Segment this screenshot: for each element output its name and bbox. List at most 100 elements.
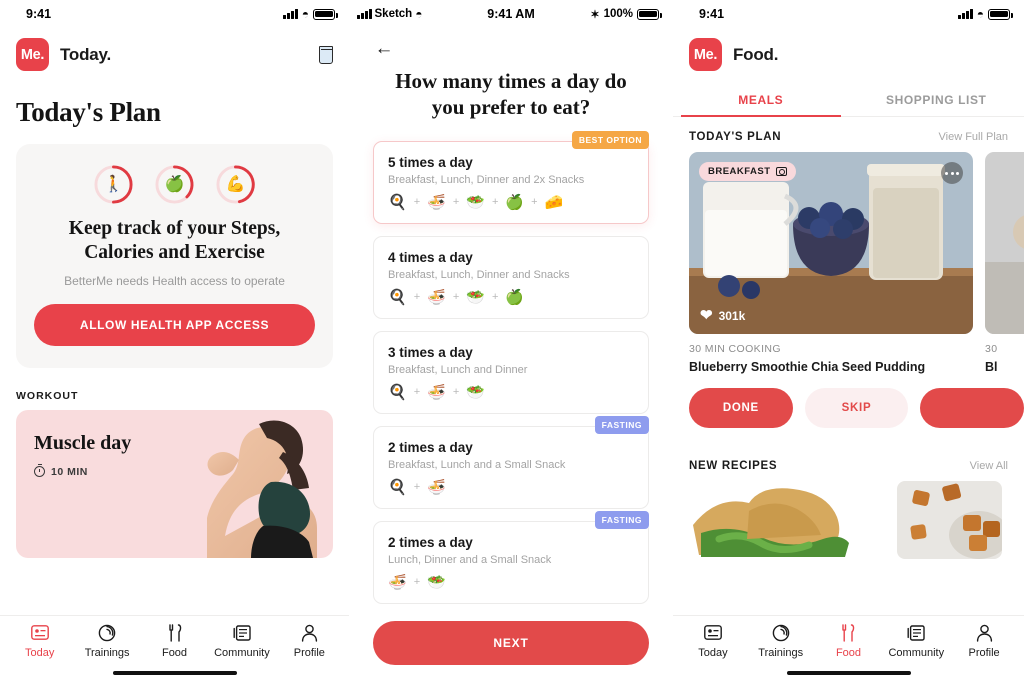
next-button[interactable]: NEXT bbox=[373, 621, 649, 665]
section-title: NEW RECIPES bbox=[689, 460, 778, 472]
status-indicators: ◓ bbox=[283, 8, 338, 20]
tofu-photo bbox=[897, 481, 1002, 559]
view-all-link[interactable]: View All bbox=[970, 460, 1008, 472]
tab-today[interactable]: Today bbox=[6, 623, 73, 659]
battery-percent: 100% bbox=[603, 8, 633, 20]
community-list-icon bbox=[233, 623, 251, 643]
fork-knife-icon bbox=[840, 623, 856, 643]
recipe-card-sandwich[interactable] bbox=[689, 481, 885, 559]
heart-icon: ❤ bbox=[700, 307, 713, 324]
option-emojis: 🍳 + 🍜 + 🥗 + 🍏 + 🧀 bbox=[388, 193, 564, 211]
back-arrow-icon[interactable]: ← bbox=[371, 36, 397, 62]
new-recipes-section-header: NEW RECIPES View All bbox=[689, 460, 1008, 472]
app-header: Me. Food. bbox=[673, 28, 1024, 71]
battery-icon bbox=[313, 8, 338, 20]
tab-food[interactable]: Food bbox=[141, 623, 208, 659]
option-4-times[interactable]: 4 times a day Breakfast, Lunch, Dinner a… bbox=[373, 235, 649, 319]
option-5-times[interactable]: BEST OPTION 5 times a day Breakfast, Lun… bbox=[373, 130, 649, 224]
meal-emoji: 🥗 bbox=[466, 193, 485, 211]
meal-emoji: 🍳 bbox=[388, 478, 407, 496]
meal-card[interactable]: BREAKFAST ❤ 301k 30 MIN COOKING Blueberr… bbox=[689, 152, 973, 374]
meal-title: Bl bbox=[985, 360, 998, 374]
option-2-times-lunch[interactable]: FASTING 2 times a day Lunch, Dinner and … bbox=[373, 510, 649, 604]
health-access-card: 🚶 🍏 💪 Keep track of your Steps, Calories… bbox=[16, 144, 333, 368]
option-title: 5 times a day bbox=[388, 154, 473, 170]
exercise-ring: 💪 bbox=[215, 164, 256, 205]
tab-trainings-label: Trainings bbox=[84, 646, 130, 659]
steps-ring: 🚶 bbox=[93, 164, 134, 205]
option-title: 2 times a day bbox=[388, 439, 473, 455]
meal-emoji: 🍜 bbox=[427, 383, 446, 401]
view-full-plan-link[interactable]: View Full Plan bbox=[939, 131, 1009, 143]
done-button[interactable]: DONE bbox=[689, 388, 793, 428]
tab-profile[interactable]: Profile bbox=[950, 623, 1018, 659]
fork-knife-icon bbox=[167, 623, 183, 643]
home-indicator bbox=[112, 670, 237, 675]
allow-health-access-button[interactable]: ALLOW HEALTH APP ACCESS bbox=[34, 303, 315, 346]
likes-counter: ❤ 301k bbox=[700, 308, 745, 323]
page-title: Today's Plan bbox=[16, 97, 161, 127]
meal-emoji: 🍏 bbox=[505, 193, 525, 211]
app-logo: Me. bbox=[16, 38, 49, 71]
tab-community[interactable]: Community bbox=[882, 623, 950, 659]
workout-section-label: WORKOUT bbox=[16, 389, 79, 402]
option-emojis: 🍳 + 🍜 bbox=[388, 478, 446, 496]
fasting-badge: FASTING bbox=[594, 415, 649, 434]
recipe-card-tofu[interactable] bbox=[897, 481, 1002, 559]
tab-shopping-list[interactable]: SHOPPING LIST bbox=[849, 85, 1024, 116]
tab-today[interactable]: Today bbox=[679, 623, 747, 659]
tab-profile[interactable]: Profile bbox=[276, 623, 343, 659]
option-subtitle: Breakfast, Lunch and a Small Snack bbox=[388, 458, 566, 471]
meal-emoji: 🥗 bbox=[466, 288, 485, 306]
meal-cooking-time: 30 bbox=[985, 343, 998, 355]
meal-actions: DONE SKIP bbox=[673, 388, 1024, 428]
option-3-times[interactable]: 3 times a day Breakfast, Lunch and Dinne… bbox=[373, 330, 649, 414]
tab-meals[interactable]: MEALS bbox=[673, 85, 849, 117]
meal-carousel[interactable]: BREAKFAST ❤ 301k 30 MIN COOKING Blueberr… bbox=[673, 152, 1024, 374]
bottom-tab-bar: Today Trainings Food Community Profile bbox=[0, 614, 349, 683]
status-bar: Sketch ◓ 9:41 AM ✶ 100% bbox=[349, 0, 673, 28]
workout-duration: 10 MIN bbox=[34, 463, 88, 478]
tab-food[interactable]: Food bbox=[815, 623, 883, 659]
community-list-icon bbox=[907, 623, 925, 643]
tab-food-label: Food bbox=[161, 646, 188, 659]
status-time: 9:41 bbox=[699, 7, 725, 21]
tab-community-label: Community bbox=[214, 646, 270, 659]
option-subtitle: Breakfast, Lunch, Dinner and 2x Snacks bbox=[388, 173, 585, 186]
status-carrier: Sketch ◓ bbox=[357, 8, 422, 20]
panel-meal-frequency: Sketch ◓ 9:41 AM ✶ 100% ← How many times… bbox=[349, 0, 673, 683]
meal-emoji: 🥗 bbox=[466, 383, 485, 401]
tab-trainings[interactable]: Trainings bbox=[73, 623, 140, 659]
option-2-times-breakfast[interactable]: FASTING 2 times a day Breakfast, Lunch a… bbox=[373, 415, 649, 509]
skip-button[interactable]: SKIP bbox=[804, 388, 909, 428]
battery-icon bbox=[988, 8, 1013, 20]
best-option-badge: BEST OPTION bbox=[571, 130, 649, 149]
tab-profile-label: Profile bbox=[293, 646, 325, 659]
bottom-tab-bar: Today Trainings Food Community Profile bbox=[673, 614, 1024, 683]
panel-today: 9:41 ◓ Me. Today. Today's Plan 🚶 🍏 💪 Kee… bbox=[0, 0, 349, 683]
more-dots-icon[interactable] bbox=[941, 162, 963, 184]
tab-trainings[interactable]: Trainings bbox=[747, 623, 815, 659]
option-title: 2 times a day bbox=[388, 534, 473, 550]
new-recipes-carousel[interactable] bbox=[673, 481, 1024, 559]
workout-card[interactable]: Muscle day 10 MIN bbox=[16, 409, 333, 558]
trainings-spiral-icon bbox=[98, 623, 116, 643]
progress-rings: 🚶 🍏 💪 bbox=[34, 164, 315, 205]
meal-emoji: 🍜 bbox=[427, 288, 446, 306]
page-header-title: Food. bbox=[733, 44, 779, 64]
status-bar: 9:41 ◓ bbox=[0, 0, 349, 28]
meal-card-next[interactable]: 30 Bl bbox=[985, 152, 1024, 374]
water-glass-icon[interactable] bbox=[319, 45, 333, 64]
calories-ring: 🍏 bbox=[154, 164, 195, 205]
tab-community[interactable]: Community bbox=[208, 623, 275, 659]
option-title: 4 times a day bbox=[388, 249, 473, 265]
stopwatch-icon bbox=[34, 463, 45, 478]
next-action-button[interactable] bbox=[920, 388, 1024, 428]
option-subtitle: Breakfast, Lunch and Dinner bbox=[388, 363, 528, 376]
meal-emoji: 🍜 bbox=[388, 573, 407, 591]
tab-community-label: Community bbox=[888, 646, 945, 659]
meal-emoji: 🍜 bbox=[427, 193, 446, 211]
chip-label: BREAKFAST bbox=[708, 166, 771, 177]
breakfast-chip: BREAKFAST bbox=[699, 162, 796, 181]
home-indicator bbox=[786, 670, 911, 675]
